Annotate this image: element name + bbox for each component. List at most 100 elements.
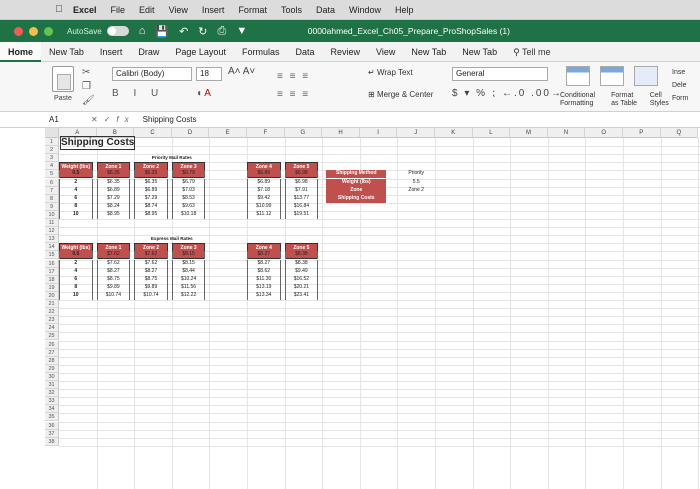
priority-rates-data-cell[interactable]: $8.53 [171, 194, 206, 203]
priority-rates-data-cell[interactable]: 4 [59, 186, 93, 195]
menu-edit[interactable]: Edit [132, 5, 162, 15]
cut-icon[interactable]: ✂ [82, 66, 95, 80]
priority-rates-data-cell[interactable]: $6.89 [134, 186, 168, 195]
column-header-k[interactable]: K [435, 128, 473, 138]
delete-cells-button[interactable]: Dele [672, 79, 688, 92]
priority-rates-data-cell[interactable]: $6.79 [171, 170, 206, 179]
lookup-label-cell[interactable]: Zone [326, 186, 387, 195]
row-header-5[interactable]: 5 [45, 170, 59, 179]
express-rates-data-cell[interactable]: $9.49 [284, 267, 319, 276]
priority-rates-data-cell[interactable]: $9.42 [247, 194, 281, 203]
wrap-text-button[interactable]: ↵ Wrap Text [368, 68, 413, 77]
formula-bar-icons[interactable]: ✕✓fx [91, 115, 135, 124]
cancel-icon[interactable]: ✕ [91, 115, 104, 124]
row-header-1[interactable]: 1 [45, 138, 59, 147]
express-rates-data-cell[interactable]: 6 [59, 275, 93, 284]
minimize-window-button[interactable] [29, 26, 38, 36]
menu-insert[interactable]: Insert [195, 5, 232, 15]
merge-center-button[interactable]: ⊞ Merge & Center [368, 90, 433, 99]
row-header-18[interactable]: 18 [45, 275, 59, 284]
row-header-17[interactable]: 17 [45, 267, 59, 276]
close-window-button[interactable] [14, 26, 23, 36]
sheet-title-cell[interactable]: Shipping Costs [60, 136, 136, 150]
menu-help[interactable]: Help [388, 5, 421, 15]
express-rates-data-cell[interactable]: $8.15 [171, 259, 206, 268]
express-rates-data-cell[interactable]: $10.24 [171, 275, 206, 284]
row-header-25[interactable]: 25 [45, 332, 59, 341]
undo-icon[interactable]: ↶ [179, 25, 188, 38]
column-header-m[interactable]: M [510, 128, 548, 138]
function-icon[interactable]: fx [116, 115, 134, 124]
row-header-13[interactable]: 13 [45, 235, 59, 244]
priority-rates-data-cell[interactable]: $6.35 [96, 178, 131, 187]
paste-button[interactable] [52, 66, 74, 92]
priority-rates-data-cell[interactable]: $9.63 [171, 202, 206, 211]
priority-rates-data-cell[interactable]: $8.74 [134, 202, 168, 211]
column-header-l[interactable]: L [472, 128, 511, 138]
menu-tools[interactable]: Tools [274, 5, 309, 15]
priority-rates-data-cell[interactable]: $6.98 [284, 170, 319, 179]
fill-font-color-buttons[interactable]: ◖ A [196, 88, 211, 99]
priority-rates-data-cell[interactable]: $6.89 [247, 178, 281, 187]
express-rates-data-cell[interactable]: $23.41 [284, 291, 319, 300]
express-rates-data-cell[interactable]: 0.5 [59, 251, 93, 260]
express-rates-data-cell[interactable]: $12.22 [171, 291, 206, 300]
row-header-23[interactable]: 23 [45, 316, 59, 325]
priority-rates-data-cell[interactable]: $19.51 [284, 210, 319, 219]
row-header-21[interactable]: 21 [45, 300, 59, 309]
save-icon[interactable]: 💾 [155, 25, 169, 38]
express-rates-data-cell[interactable]: $9.89 [134, 283, 168, 292]
express-rates-data-cell[interactable]: $8.62 [247, 267, 281, 276]
priority-rates-data-cell[interactable]: $6.89 [96, 186, 131, 195]
row-header-2[interactable]: 2 [45, 146, 59, 155]
copy-icon[interactable]: ❐ [82, 80, 95, 94]
express-rates-data-cell[interactable]: $8.38 [284, 259, 319, 268]
row-header-15[interactable]: 15 [45, 251, 59, 260]
font-color-icon[interactable]: A [204, 88, 211, 99]
row-header-27[interactable]: 27 [45, 348, 59, 357]
tab-review[interactable]: Review [322, 42, 368, 62]
row-header-30[interactable]: 30 [45, 372, 59, 381]
insert-cells-button[interactable]: Inse [672, 66, 688, 79]
column-header-q[interactable]: Q [660, 128, 699, 138]
number-format-select[interactable]: General [452, 67, 548, 81]
print-icon[interactable]: ⎙ [218, 25, 227, 38]
font-size-select[interactable]: 18 [196, 67, 222, 81]
row-header-22[interactable]: 22 [45, 308, 59, 317]
conditional-formatting-icon[interactable] [566, 66, 590, 86]
priority-rates-data-cell[interactable]: $6.35 [134, 170, 168, 179]
column-header-o[interactable]: O [585, 128, 623, 138]
tab-page-layout[interactable]: Page Layout [167, 42, 234, 62]
tab-insert[interactable]: Insert [92, 42, 131, 62]
priority-rates-data-cell[interactable]: $6.35 [134, 178, 168, 187]
express-rates-data-cell[interactable]: $20.21 [284, 283, 319, 292]
tab-new-tab-2[interactable]: New Tab [403, 42, 454, 62]
format-as-table-label[interactable]: Format as Table [611, 92, 642, 108]
format-as-table-icon[interactable] [600, 66, 624, 86]
apple-icon[interactable]:  [52, 4, 66, 15]
express-rates-data-cell[interactable]: $8.27 [96, 267, 131, 276]
express-rates-data-cell[interactable]: $11.30 [247, 275, 281, 284]
priority-rates-data-cell[interactable]: $7.18 [247, 186, 281, 195]
column-header-n[interactable]: N [547, 128, 586, 138]
express-rates-data-cell[interactable]: 8 [59, 283, 93, 292]
column-header-f[interactable]: F [247, 128, 285, 138]
priority-rates-data-cell[interactable]: 8 [59, 202, 93, 211]
express-rates-data-cell[interactable]: $7.62 [96, 251, 131, 260]
tell-me-search[interactable]: ⚲ Tell me [505, 42, 558, 62]
priority-rates-data-cell[interactable]: 0.5 [59, 170, 93, 179]
priority-rates-data-cell[interactable]: $16.84 [284, 202, 319, 211]
express-rates-data-cell[interactable]: $8.75 [134, 275, 168, 284]
column-header-d[interactable]: D [171, 128, 210, 138]
express-rates-data-cell[interactable]: $8.15 [171, 251, 206, 260]
express-rates-data-cell[interactable]: $8.27 [247, 259, 281, 268]
row-header-33[interactable]: 33 [45, 397, 59, 406]
number-format-buttons[interactable]: $ ▾ % ⁏ ←.0 .00→ [452, 88, 563, 99]
bold-italic-underline-buttons[interactable]: B I U [112, 88, 164, 99]
express-rates-data-cell[interactable]: 4 [59, 267, 93, 276]
row-header-20[interactable]: 20 [45, 291, 59, 300]
row-header-14[interactable]: 14 [45, 243, 59, 252]
express-rates-data-cell[interactable]: $7.62 [134, 251, 168, 260]
tab-new-tab-1[interactable]: New Tab [41, 42, 92, 62]
column-header-g[interactable]: G [284, 128, 323, 138]
